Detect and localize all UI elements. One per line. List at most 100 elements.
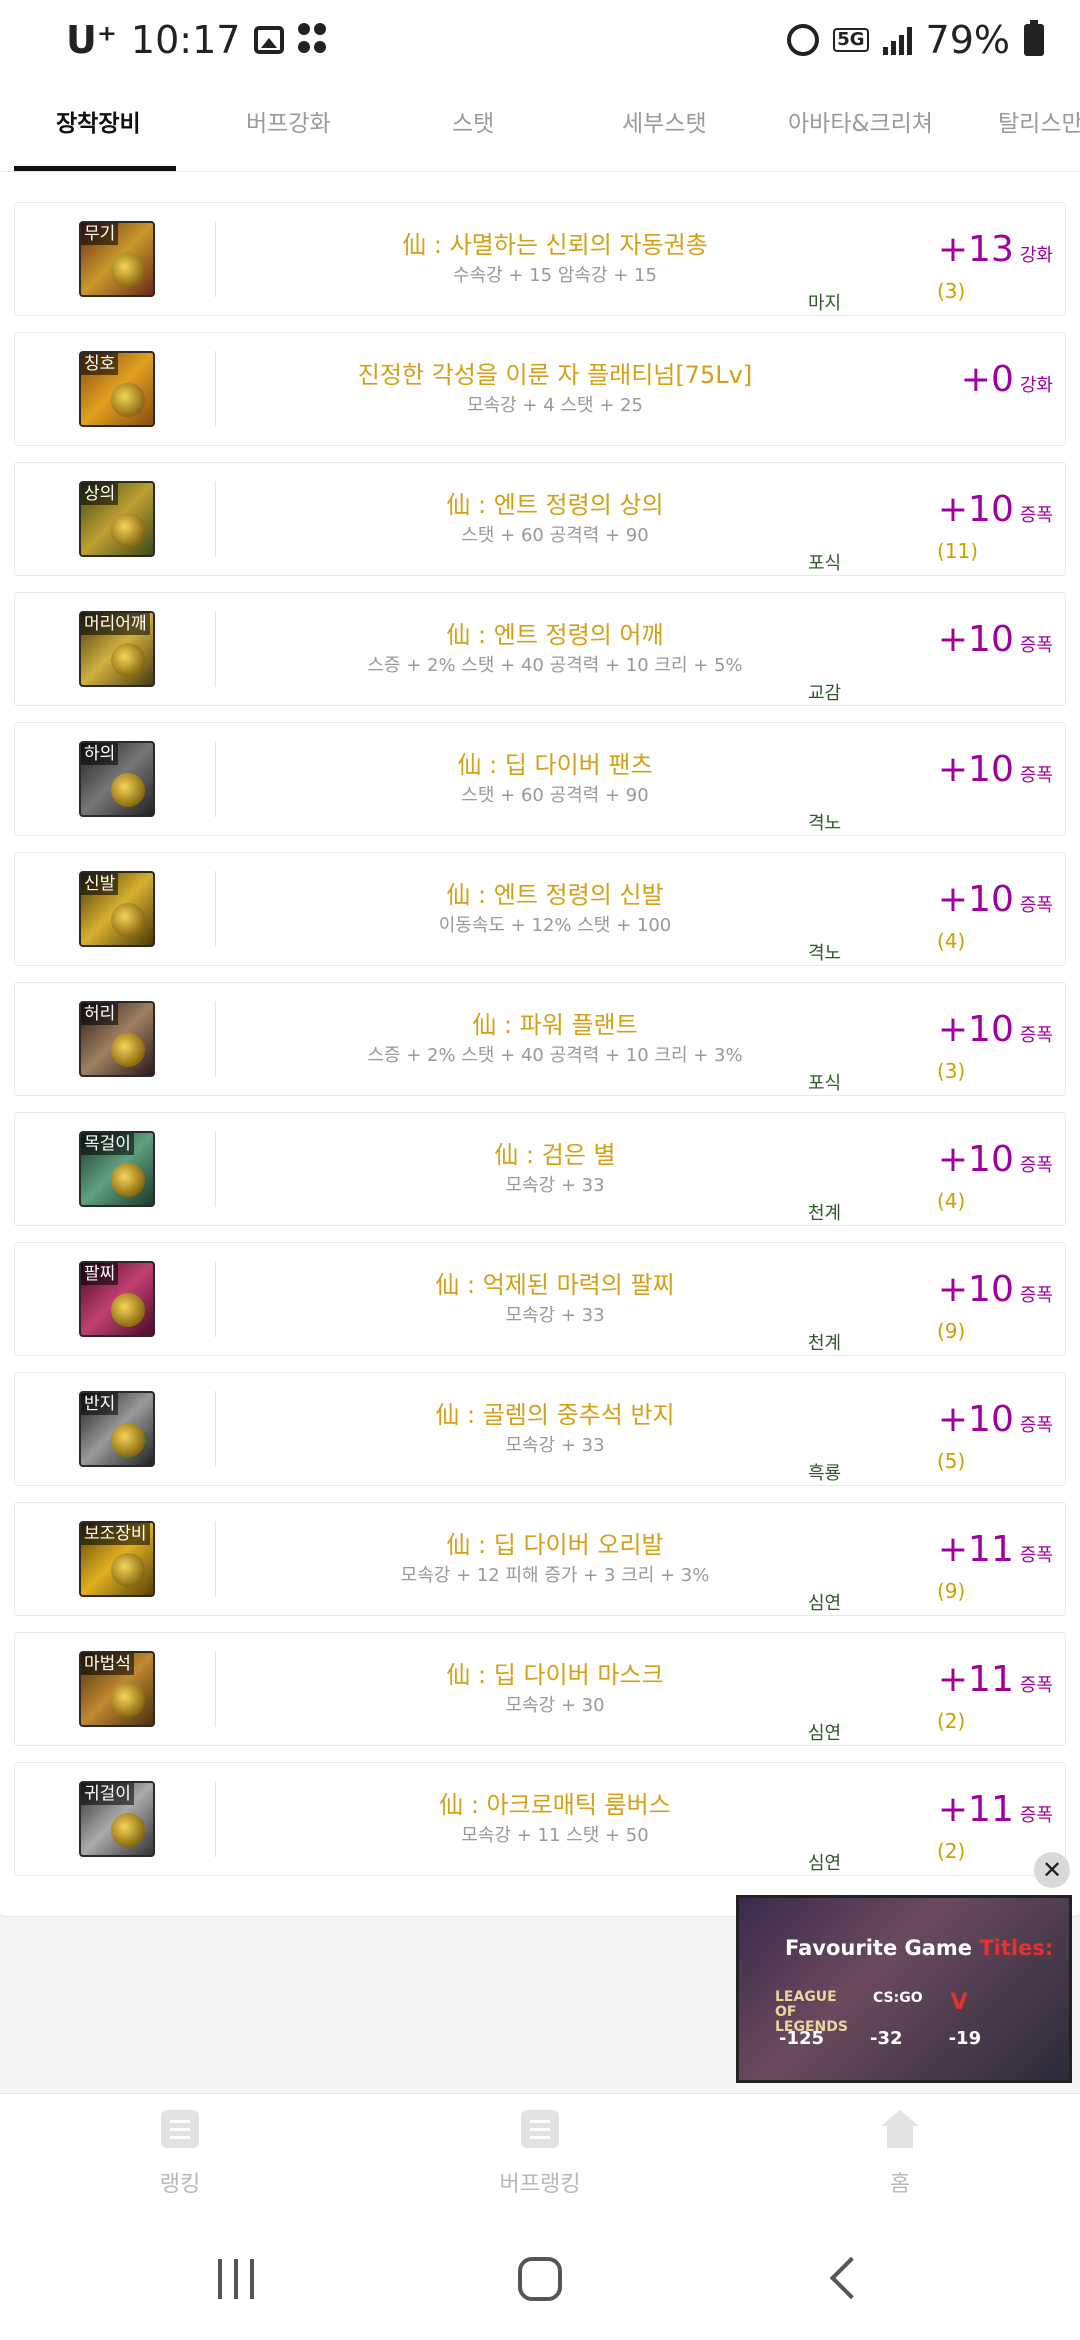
tab-detail-stats[interactable]: 세부스탯: [622, 104, 707, 138]
status-left: U⁺ 10:17: [66, 18, 328, 62]
enhancement-value: +13: [937, 229, 1014, 270]
item-icon: [111, 1033, 145, 1067]
enhancement-value: +11: [937, 1529, 1014, 1570]
ad-title-accent: Titles:: [979, 1936, 1054, 1960]
row-divider: [215, 1521, 216, 1597]
item-icon: [111, 1813, 145, 1847]
item-stats: 모속강 + 12 피해 증가 + 3 크리 + 3%: [400, 1565, 710, 1586]
row-divider: [215, 741, 216, 817]
item-name: 仙 : 딥 다이버 팬츠: [457, 751, 653, 779]
item-icon: [111, 1423, 145, 1457]
enhancement-value: +10: [937, 1139, 1014, 1180]
active-tab-indicator: [14, 166, 176, 171]
equipment-row[interactable]: 팔찌 仙 : 억제된 마력의 팔찌 모속강 + 33 천계 +10 증폭 (9): [14, 1242, 1066, 1356]
enhancement-type: 증폭: [1019, 1545, 1053, 1566]
enhancement: +10 증폭: [938, 1009, 1053, 1050]
battery-icon: [1024, 20, 1044, 56]
ad-numbers: -125 -32 -19: [779, 2028, 981, 2049]
row-divider: [215, 871, 216, 947]
set-name: 심연: [808, 1723, 842, 1744]
image-notification-icon: [254, 26, 285, 54]
tab-avatar-creature[interactable]: 아바타&크리쳐: [788, 104, 933, 138]
tab-stats[interactable]: 스탯: [452, 104, 494, 138]
set-name: 심연: [808, 1593, 842, 1614]
back-button[interactable]: [829, 2256, 873, 2300]
item-icon: [111, 903, 145, 937]
enhancement-type: 증폭: [1019, 1285, 1053, 1306]
tab-buff-enhance[interactable]: 버프강화: [246, 104, 331, 138]
row-divider: [215, 1651, 216, 1727]
clock: 10:17: [130, 18, 241, 62]
tab-bar: 장착장비 버프강화 스탯 세부스탯 아바타&크리쳐 탈리스만: [0, 72, 1080, 172]
enhancement-value: +11: [937, 1789, 1014, 1830]
enhancement-type: 증폭: [1019, 1025, 1053, 1046]
nav-label: 홈: [889, 2172, 911, 2197]
equipment-row[interactable]: 칭호 진정한 각성을 이룬 자 플래티넘[75Lv] 모속강 + 4 스탯 + …: [14, 332, 1066, 446]
nav-ranking[interactable]: 랭킹: [80, 2110, 280, 2198]
slot-label: 팔찌: [81, 1263, 119, 1285]
enhancement: +11 증폭: [938, 1659, 1053, 1700]
enhancement: +10 증폭: [938, 1139, 1053, 1180]
equipment-row[interactable]: 귀걸이 仙 : 아크로매틱 룸버스 모속강 + 11 스탯 + 50 심연 +1…: [14, 1762, 1066, 1876]
item-icon: [111, 253, 145, 287]
list-icon: [161, 2110, 199, 2148]
item-count: (2): [937, 1839, 966, 1863]
item-icon: [111, 643, 145, 677]
equipment-row[interactable]: 신발 仙 : 엔트 정령의 신발 이동속도 + 12% 스탯 + 100 격노 …: [14, 852, 1066, 966]
enhancement: +10 증폭: [938, 1269, 1053, 1310]
slot-label: 목걸이: [81, 1133, 134, 1155]
item-thumbnail: 상의: [79, 481, 155, 557]
enhancement: +10 증폭: [938, 619, 1053, 660]
equipment-row[interactable]: 하의 仙 : 딥 다이버 팬츠 스탯 + 60 공격력 + 90 격노 +10 …: [14, 722, 1066, 836]
home-button[interactable]: [518, 2257, 562, 2301]
row-divider: [215, 1131, 216, 1207]
alarm-icon: [787, 24, 820, 56]
item-count: (3): [937, 1059, 966, 1083]
equipment-row[interactable]: 허리 仙 : 파워 플랜트 스증 + 2% 스탯 + 40 공격력 + 10 크…: [14, 982, 1066, 1096]
slot-label: 보조장비: [81, 1523, 150, 1545]
ad-close-button[interactable]: ✕: [1034, 1852, 1070, 1888]
network-type: 5G: [833, 28, 869, 52]
item-stats: 모속강 + 30: [505, 1695, 605, 1716]
nav-buff-ranking[interactable]: 버프랭킹: [440, 2110, 640, 2198]
ad-title-main: Favourite Game: [785, 1936, 980, 1960]
slot-label: 귀걸이: [81, 1783, 134, 1805]
nav-home[interactable]: 홈: [800, 2110, 1000, 2198]
equipment-row[interactable]: 보조장비 仙 : 딥 다이버 오리발 모속강 + 12 피해 증가 + 3 크리…: [14, 1502, 1066, 1616]
equipment-row[interactable]: 목걸이 仙 : 검은 별 모속강 + 33 천계 +10 증폭 (4): [14, 1112, 1066, 1226]
enhancement: +10 증폭: [938, 1399, 1053, 1440]
set-name: 천계: [808, 1203, 842, 1224]
equipment-row[interactable]: 상의 仙 : 엔트 정령의 상의 스탯 + 60 공격력 + 90 포식 +10…: [14, 462, 1066, 576]
item-thumbnail: 목걸이: [79, 1131, 155, 1207]
item-count: (11): [937, 539, 979, 563]
item-count: (4): [937, 929, 966, 953]
item-thumbnail: 팔찌: [79, 1261, 155, 1337]
item-thumbnail: 칭호: [79, 351, 155, 427]
enhancement: +0 강화: [961, 359, 1053, 400]
download-notification-icon: [298, 23, 328, 57]
status-right: 5G 79%: [787, 18, 1044, 62]
item-stats: 모속강 + 33: [505, 1175, 605, 1196]
set-name: 포식: [808, 1073, 842, 1094]
tab-equipment[interactable]: 장착장비: [56, 104, 141, 138]
recent-apps-button[interactable]: [218, 2259, 254, 2299]
row-divider: [215, 1781, 216, 1857]
enhancement-value: +10: [937, 619, 1014, 660]
enhancement-type: 증폭: [1019, 635, 1053, 656]
equipment-row[interactable]: 머리어깨 仙 : 엔트 정령의 어깨 스증 + 2% 스탯 + 40 공격력 +…: [14, 592, 1066, 706]
item-thumbnail: 머리어깨: [79, 611, 155, 687]
item-icon: [111, 1163, 145, 1197]
video-ad[interactable]: Favourite Game Titles: LEAGUE OF LEGENDS…: [736, 1895, 1072, 2083]
item-count: (4): [937, 1189, 966, 1213]
equipment-row[interactable]: 반지 仙 : 골렘의 중추석 반지 모속강 + 33 흑룡 +10 증폭 (5): [14, 1372, 1066, 1486]
system-nav-bar: [0, 2223, 1080, 2340]
tab-talisman[interactable]: 탈리스만: [998, 104, 1080, 138]
item-name: 仙 : 사멸하는 신뢰의 자동권총: [402, 231, 708, 259]
equipment-row[interactable]: 무기 仙 : 사멸하는 신뢰의 자동권총 수속강 + 15 암속강 + 15 마…: [14, 202, 1066, 316]
equipment-card: 장착장비 버프강화 스탯 세부스탯 아바타&크리쳐 탈리스만 무기 仙 : 사멸…: [0, 72, 1080, 1917]
enhancement-value: +10: [937, 749, 1014, 790]
enhancement: +10 증폭: [938, 749, 1053, 790]
equipment-row[interactable]: 마법석 仙 : 딥 다이버 마스크 모속강 + 30 심연 +11 증폭 (2): [14, 1632, 1066, 1746]
item-stats: 스증 + 2% 스탯 + 40 공격력 + 10 크리 + 5%: [367, 655, 743, 676]
item-thumbnail: 보조장비: [79, 1521, 155, 1597]
